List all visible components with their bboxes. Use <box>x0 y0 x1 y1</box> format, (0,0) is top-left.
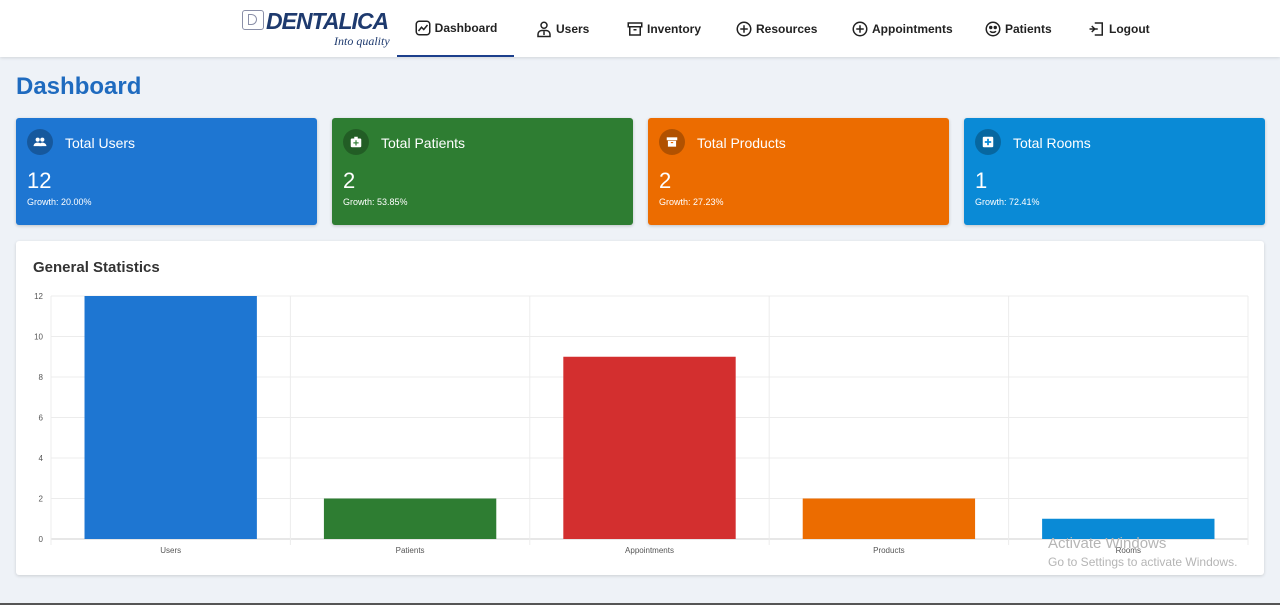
card-growth: Growth: 53.85% <box>343 197 408 207</box>
nav-inventory-label: Inventory <box>647 21 702 36</box>
panel-title: General Statistics <box>33 259 160 276</box>
y-tick-label: 2 <box>39 495 44 504</box>
total-rooms-card: Total Rooms 1 Growth: 72.41% <box>964 118 1265 225</box>
bar-appointments <box>563 356 736 539</box>
logo-mark-icon <box>242 10 264 30</box>
archive-icon <box>627 21 643 36</box>
bar-patients <box>323 498 497 539</box>
card-title: Total Products <box>697 135 786 151</box>
x-tick-label: Products <box>873 546 905 555</box>
watermark-line-1: Activate Windows <box>1048 535 1167 552</box>
medical-bag-icon <box>343 129 369 155</box>
nav-logout[interactable]: Logout <box>1088 0 1150 57</box>
card-value: 2 <box>343 168 356 193</box>
logo-tagline: Into quality <box>334 34 390 48</box>
card-value: 2 <box>659 168 672 193</box>
nav-patients[interactable]: Patients <box>984 0 1052 57</box>
y-tick-label: 12 <box>34 292 43 301</box>
card-value: 1 <box>975 168 988 193</box>
nav-logout-label: Logout <box>1109 21 1150 36</box>
total-patients-card: Total Patients 2 Growth: 53.85% <box>332 118 633 225</box>
nav-resources-label: Resources <box>756 21 818 36</box>
total-users-card: Total Users 12 Growth: 20.00% <box>16 118 317 225</box>
y-tick-label: 0 <box>39 535 44 544</box>
doctor-icon <box>537 21 551 37</box>
nav-users[interactable]: Users <box>535 0 589 57</box>
nav-patients-label: Patients <box>1005 21 1052 36</box>
bar-users <box>84 296 257 539</box>
general-statistics-panel: 0 2 4 6 8 10 12 Users Patients Appointments Produc… <box>16 241 1264 575</box>
card-title: Total Patients <box>381 135 466 151</box>
total-products-card: Total Products 2 Growth: 27.23% <box>648 118 949 225</box>
plus-circle-icon <box>736 21 752 36</box>
nav-inventory[interactable]: Inventory <box>626 0 701 57</box>
x-tick-label: Patients <box>396 546 425 555</box>
logo-wordmark: DENTALICA <box>266 8 389 34</box>
nav-appointments-label: Appointments <box>872 21 953 36</box>
chart-line-icon <box>415 20 431 35</box>
card-value: 12 <box>27 168 52 193</box>
card-growth: Growth: 72.41% <box>975 197 1040 207</box>
users-icon <box>27 129 53 155</box>
y-tick-label: 6 <box>39 414 44 423</box>
card-growth: Growth: 20.00% <box>27 197 92 207</box>
nav-dashboard-label: Dashboard <box>434 20 498 35</box>
watermark-line-2: Go to Settings to activate Windows. <box>1048 555 1238 569</box>
bar-products <box>802 498 976 539</box>
activate-windows-watermark: Activate Windows Go to Settings to activ… <box>1048 535 1237 569</box>
statistics-bar-chart: 0 2 4 6 8 10 12 Users Patients Appointments Produc… <box>34 292 1249 555</box>
y-tick-label: 8 <box>39 373 44 382</box>
top-navbar: DENTALICA Into quality Dashboard Users I… <box>0 0 1280 57</box>
nav-resources[interactable]: Resources <box>735 0 817 57</box>
logout-icon <box>1089 21 1103 36</box>
nav-users-label: Users <box>556 21 590 36</box>
nav-dashboard[interactable]: Dashboard <box>397 0 514 57</box>
page-title: Dashboard <box>16 73 142 100</box>
x-tick-label: Appointments <box>625 546 674 555</box>
x-tick-label: Users <box>160 546 181 555</box>
hospital-icon <box>975 129 1001 155</box>
face-icon <box>985 21 1001 36</box>
plus-circle-icon <box>852 21 868 36</box>
archive-icon <box>659 129 685 155</box>
card-growth: Growth: 27.23% <box>659 197 724 207</box>
dentalica-logo[interactable]: DENTALICA Into quality <box>242 8 392 50</box>
card-title: Total Users <box>65 135 136 151</box>
y-tick-label: 4 <box>39 454 44 463</box>
card-title: Total Rooms <box>1013 135 1091 151</box>
y-tick-label: 10 <box>34 333 43 342</box>
nav-appointments[interactable]: Appointments <box>851 0 953 57</box>
